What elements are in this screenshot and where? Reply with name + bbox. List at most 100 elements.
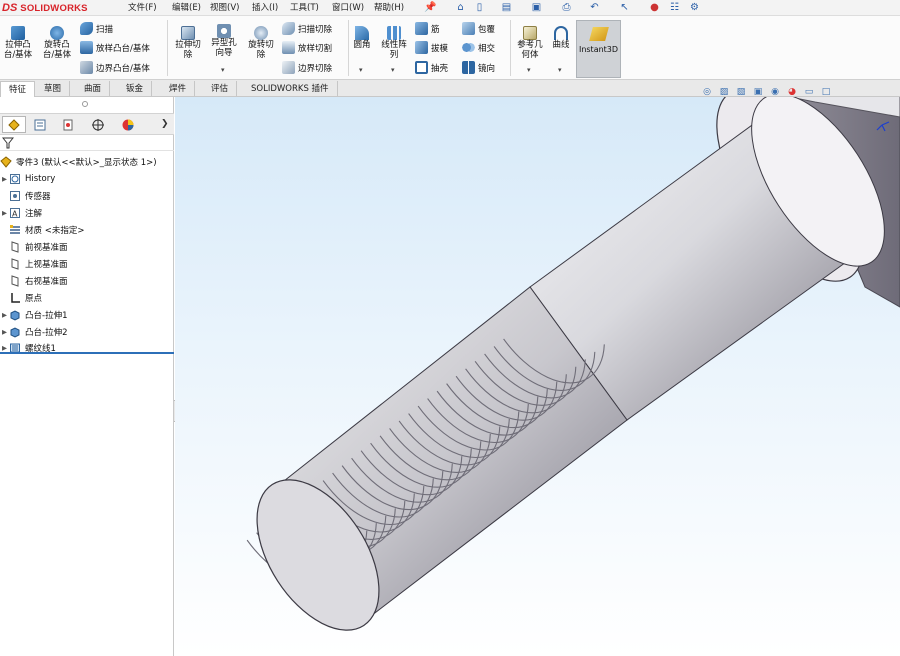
save-icon[interactable]: ▣ (530, 0, 543, 14)
undo-icon[interactable]: ↶ (588, 0, 601, 14)
curves-dropdown-icon[interactable]: ▾ (558, 66, 562, 74)
menu-window[interactable]: 窗口(W) (332, 1, 364, 13)
expand-arrow-icon[interactable]: ▶ (0, 344, 9, 352)
dimxpert-icon[interactable] (86, 116, 110, 133)
tree-item-history[interactable]: ▶ History (0, 171, 55, 187)
rib-button[interactable]: 筋 (415, 22, 440, 35)
edit-appearance-icon[interactable]: ◕ (785, 85, 799, 99)
display-manager-icon[interactable] (116, 116, 140, 133)
boundary-cut-button[interactable]: 边界切除 (282, 61, 332, 74)
hole-wizard-button[interactable]: 异型孔 向导 (207, 24, 241, 58)
loft-cut-button[interactable]: 放样切割 (282, 41, 332, 54)
loft-boss-button[interactable]: 放样凸台/基体 (80, 41, 150, 54)
configuration-manager-icon[interactable] (56, 116, 80, 133)
feature-manager-icon[interactable] (2, 116, 26, 133)
extrude-cut-button[interactable]: 拉伸切 除 (171, 26, 205, 60)
sweep-button[interactable]: 扫描 (80, 22, 113, 35)
scene-icon[interactable]: ▭ (802, 85, 816, 99)
filter-icon[interactable] (1, 137, 15, 152)
sweep-cut-button[interactable]: 扫描切除 (282, 22, 332, 35)
mirror-button[interactable]: 镜向 (462, 61, 495, 74)
tree-item-front-plane[interactable]: 前视基准面 (0, 239, 68, 255)
wrap-icon (462, 22, 475, 35)
tab-sketch[interactable]: 草图 (36, 81, 71, 96)
display-style-icon[interactable]: ▣ (751, 85, 765, 99)
extrude-boss-icon (11, 26, 25, 40)
tree-item-top-plane[interactable]: 上视基准面 (0, 256, 68, 272)
tab-surfaces[interactable]: 曲面 (76, 81, 111, 96)
menu-tools[interactable]: 工具(T) (290, 1, 319, 13)
tree-item-right-plane[interactable]: 右视基准面 (0, 273, 68, 289)
expand-arrow-icon[interactable]: ▶ (0, 175, 9, 183)
tree-item-material[interactable]: 材质 <未指定> (0, 222, 84, 238)
sweep-icon (80, 22, 93, 35)
tree-item-boss-extrude1[interactable]: ▶ 凸台-拉伸1 (0, 307, 67, 323)
intersect-button[interactable]: 相交 (462, 41, 495, 54)
open-file-icon[interactable]: ▤ (500, 0, 513, 14)
tree-root-part[interactable]: 零件3 (默认<<默认>_显示状态 1>) (0, 154, 157, 170)
extrude-boss-button[interactable]: 拉伸凸 台/基体 (1, 26, 35, 60)
linear-pattern-button[interactable]: 线性阵 列 (378, 26, 410, 60)
tab-evaluate[interactable]: 评估 (203, 81, 238, 96)
gear-icon[interactable]: ⚙ (688, 0, 701, 14)
linear-pattern-dropdown-icon[interactable]: ▾ (391, 66, 395, 74)
revolve-cut-button[interactable]: 旋转切 除 (244, 26, 278, 60)
reference-geometry-button[interactable]: 参考几 何体 (513, 26, 547, 60)
reference-geometry-dropdown-icon[interactable]: ▾ (527, 66, 531, 74)
traffic-light-icon[interactable]: ● (648, 0, 661, 14)
view-orientation-icon[interactable]: ▧ (734, 85, 748, 99)
boundary-boss-label: 边界凸台/基体 (96, 63, 150, 74)
draft-button[interactable]: 拔模 (415, 41, 448, 54)
chevron-right-icon[interactable]: ❯ (161, 119, 169, 129)
graphics-viewport[interactable] (175, 97, 900, 656)
shell-button[interactable]: 抽壳 (415, 61, 448, 74)
menu-view[interactable]: 视图(V) (210, 1, 239, 13)
print-icon[interactable]: ⎙ (560, 0, 573, 14)
panel-grip-handle[interactable] (82, 101, 88, 107)
tab-features[interactable]: 特征 (0, 81, 36, 97)
fillet-dropdown-icon[interactable]: ▾ (359, 66, 363, 74)
menu-edit[interactable]: 编辑(E) (172, 1, 201, 13)
expand-arrow-icon[interactable]: ▶ (0, 311, 9, 319)
tab-sheet-metal[interactable]: 钣金 (118, 81, 153, 96)
rollback-bar[interactable] (0, 352, 174, 354)
reference-geometry-label: 参考几 何体 (517, 40, 543, 60)
zoom-fit-icon[interactable]: ◎ (700, 85, 714, 99)
tree-item-label: History (25, 174, 56, 184)
tree-item-annotations[interactable]: ▶ A 注解 (0, 205, 42, 221)
property-manager-icon[interactable] (28, 116, 52, 133)
expand-arrow-icon[interactable]: ▶ (0, 209, 9, 217)
menu-help[interactable]: 帮助(H) (374, 1, 404, 13)
wrap-button[interactable]: 包覆 (462, 22, 495, 35)
bolt-model-render[interactable] (175, 97, 900, 656)
feature-manager-panel: ❯ 零件3 (默认<<默认>_显示状态 1>) ▶ History 传感器 ▶ … (0, 97, 174, 656)
extrude-feature-icon (9, 309, 21, 321)
menu-file[interactable]: 文件(F) (128, 1, 157, 13)
curves-button[interactable]: 曲线 (549, 26, 573, 51)
section-view-icon[interactable]: ▨ (717, 85, 731, 99)
tree-item-boss-extrude2[interactable]: ▶ 凸台-拉伸2 (0, 324, 67, 340)
expand-arrow-icon[interactable]: ▶ (0, 328, 9, 336)
boundary-boss-button[interactable]: 边界凸台/基体 (80, 61, 150, 74)
fillet-button[interactable]: 圆角 (351, 26, 373, 51)
menu-bar: DS SOLIDWORKS 文件(F) 编辑(E) 视图(V) 插入(I) 工具… (0, 0, 900, 16)
tab-weldments[interactable]: 焊件 (161, 81, 196, 96)
view-settings-icon[interactable]: □ (819, 85, 833, 99)
home-icon[interactable]: ⌂ (454, 0, 467, 14)
hole-wizard-dropdown-icon[interactable]: ▾ (221, 66, 225, 74)
tree-item-origin[interactable]: 原点 (0, 290, 42, 306)
solidworks-logo[interactable]: DS SOLIDWORKS (2, 0, 88, 16)
revolve-boss-button[interactable]: 旋转凸 台/基体 (39, 26, 75, 60)
pin-icon[interactable]: 📌 (424, 0, 437, 14)
plane-icon (9, 241, 21, 253)
tree-item-sensors[interactable]: 传感器 (0, 188, 51, 204)
loft-boss-label: 放样凸台/基体 (96, 43, 150, 54)
hide-show-icon[interactable]: ◉ (768, 85, 782, 99)
file-properties-icon[interactable]: ☷ (668, 0, 681, 14)
select-icon[interactable]: ↖ (618, 0, 631, 14)
new-file-icon[interactable]: ▯ (473, 0, 486, 14)
tab-solidworks-addins[interactable]: SOLIDWORKS 插件 (243, 81, 338, 96)
part-icon (0, 156, 12, 168)
menu-insert[interactable]: 插入(I) (252, 1, 278, 13)
instant3d-button[interactable]: Instant3D (576, 20, 621, 78)
